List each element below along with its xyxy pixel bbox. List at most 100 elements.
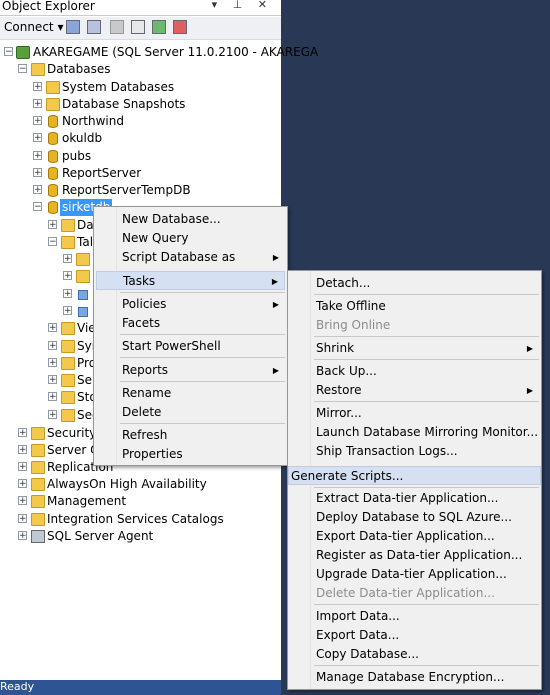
collapse-icon[interactable]: − [33, 202, 42, 212]
collapse-icon[interactable]: − [48, 237, 57, 247]
filter-icon[interactable] [131, 20, 145, 34]
expand-icon[interactable]: + [48, 220, 57, 230]
tree-alwayson[interactable]: + AlwaysOn High Availability [0, 476, 281, 493]
expand-icon[interactable]: + [18, 531, 27, 541]
connect-engine-icon[interactable] [66, 20, 80, 34]
menu-ship-transaction-logs[interactable]: Ship Transaction Logs... [290, 442, 539, 461]
menu-copy-database[interactable]: Copy Database... [290, 645, 539, 664]
expand-icon[interactable]: + [18, 462, 27, 472]
expand-icon[interactable]: + [63, 254, 72, 264]
menu-tasks[interactable]: Tasks ▶ [96, 271, 285, 290]
tree-table-folder[interactable]: + [0, 251, 95, 268]
menu-new-query[interactable]: New Query [96, 229, 285, 248]
tree-server-node[interactable]: − AKAREGAME (SQL Server 11.0.2100 - AKAR… [0, 44, 318, 61]
menu-generate-scripts[interactable]: Generate Scripts... [288, 466, 541, 485]
menu-bring-online[interactable]: Bring Online [290, 316, 539, 335]
tree-sub-storage[interactable]: + Sto [0, 389, 100, 406]
tree-db-reportservertempdb[interactable]: + ReportServerTempDB [0, 182, 281, 199]
expand-icon[interactable]: + [33, 133, 42, 143]
tree-sub-programmability[interactable]: + Pro [0, 355, 100, 372]
expand-icon[interactable]: + [48, 341, 57, 351]
expand-icon[interactable]: + [33, 99, 42, 109]
tree-system-databases[interactable]: + System Databases [0, 79, 281, 96]
tree-databases-node[interactable]: − Databases [0, 61, 281, 78]
menu-separator [314, 336, 539, 337]
panel-window-controls[interactable]: ▾ ⊥ ✕ [212, 0, 273, 11]
menu-delete[interactable]: Delete [96, 403, 285, 422]
menu-refresh[interactable]: Refresh [96, 426, 285, 445]
tree-management[interactable]: + Management [0, 493, 281, 510]
expand-icon[interactable]: + [33, 168, 42, 178]
menu-delete-dac[interactable]: Delete Data-tier Application... [290, 584, 539, 603]
menu-upgrade-dac[interactable]: Upgrade Data-tier Application... [290, 565, 539, 584]
tree-table-item[interactable]: + [0, 286, 95, 303]
menu-policies[interactable]: Policies ▶ [96, 295, 285, 314]
menu-restore[interactable]: Restore ▶ [290, 381, 539, 400]
expand-icon[interactable]: + [18, 428, 27, 438]
menu-back-up[interactable]: Back Up... [290, 362, 539, 381]
tree-sub-security[interactable]: + Sec [0, 407, 100, 424]
tree-sub-diagrams[interactable]: + Da [0, 217, 100, 234]
tree-server-objects[interactable]: + Server O [0, 442, 100, 459]
tree-sub-views[interactable]: + Vie [0, 320, 100, 337]
expand-icon[interactable]: + [18, 514, 27, 524]
refresh-icon[interactable] [152, 20, 166, 34]
menu-reports[interactable]: Reports ▶ [96, 361, 285, 380]
collapse-icon[interactable]: − [4, 47, 13, 57]
expand-icon[interactable]: + [48, 358, 57, 368]
menu-detach[interactable]: Detach... [290, 274, 539, 293]
menu-export-data[interactable]: Export Data... [290, 626, 539, 645]
menu-launch-mirroring-monitor[interactable]: Launch Database Mirroring Monitor... [290, 423, 539, 442]
tree-db-reportserver[interactable]: + ReportServer [0, 165, 281, 182]
expand-icon[interactable]: + [63, 306, 72, 316]
snapshots-label: Database Snapshots [62, 97, 186, 111]
expand-icon[interactable]: + [18, 445, 27, 455]
expand-icon[interactable]: + [18, 479, 27, 489]
tree-db-pubs[interactable]: + pubs [0, 148, 281, 165]
menu-export-dac[interactable]: Export Data-tier Application... [290, 527, 539, 546]
expand-icon[interactable]: + [48, 410, 57, 420]
menu-new-database[interactable]: New Database... [96, 210, 285, 229]
expand-icon[interactable]: + [63, 271, 72, 281]
tree-integration-services[interactable]: + Integration Services Catalogs [0, 511, 281, 528]
tree-db-northwind[interactable]: + Northwind [0, 113, 281, 130]
stop-icon[interactable] [110, 20, 124, 34]
expand-icon[interactable]: + [48, 323, 57, 333]
menu-script-database[interactable]: Script Database as ▶ [96, 248, 285, 267]
expand-icon[interactable]: + [33, 151, 42, 161]
expand-icon[interactable]: + [33, 185, 42, 195]
menu-start-powershell[interactable]: Start PowerShell [96, 337, 285, 356]
menu-register-dac[interactable]: Register as Data-tier Application... [290, 546, 539, 565]
menu-import-data[interactable]: Import Data... [290, 607, 539, 626]
menu-rename[interactable]: Rename [96, 384, 285, 403]
menu-properties[interactable]: Properties [96, 445, 285, 464]
expand-icon[interactable]: + [18, 496, 27, 506]
expand-icon[interactable]: + [33, 82, 42, 92]
submenu-arrow-icon: ▶ [272, 253, 279, 262]
collapse-icon[interactable]: − [18, 64, 27, 74]
folder-icon [46, 98, 60, 111]
expand-icon[interactable]: + [48, 392, 57, 402]
expand-icon[interactable]: + [33, 116, 42, 126]
menu-extract-dac[interactable]: Extract Data-tier Application... [290, 489, 539, 508]
tree-table-item[interactable]: + [0, 303, 95, 320]
tree-database-snapshots[interactable]: + Database Snapshots [0, 96, 281, 113]
expand-icon[interactable]: + [48, 375, 57, 385]
connect-button[interactable]: Connect ▾ [4, 20, 63, 34]
menu-mirror[interactable]: Mirror... [290, 404, 539, 423]
menu-manage-encryption[interactable]: Manage Database Encryption... [290, 668, 539, 687]
tree-sub-tables[interactable]: − Tal [0, 234, 100, 251]
menu-take-offline[interactable]: Take Offline [290, 297, 539, 316]
disconnect-icon[interactable] [87, 20, 101, 34]
activity-monitor-icon[interactable] [173, 20, 187, 34]
tree-sql-agent[interactable]: + SQL Server Agent [0, 528, 281, 545]
tree-security[interactable]: + Security [0, 425, 100, 442]
tree-table-folder[interactable]: + [0, 268, 95, 285]
expand-icon[interactable]: + [63, 289, 72, 299]
tree-db-okuldb[interactable]: + okuldb [0, 130, 281, 147]
tree-sub-service-broker[interactable]: + Ser [0, 372, 100, 389]
menu-shrink[interactable]: Shrink ▶ [290, 339, 539, 358]
tree-sub-synonyms[interactable]: + Syr [0, 338, 100, 355]
menu-deploy-azure[interactable]: Deploy Database to SQL Azure... [290, 508, 539, 527]
menu-facets[interactable]: Facets [96, 314, 285, 333]
